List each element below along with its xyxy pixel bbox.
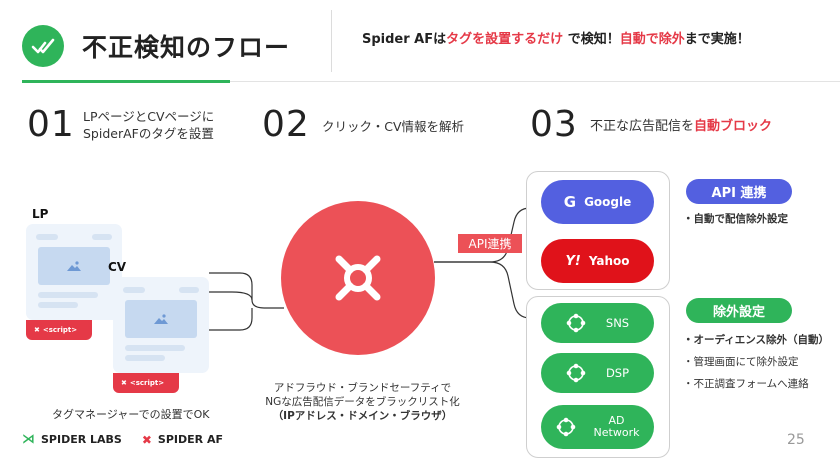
google-label: Google xyxy=(584,195,632,209)
api-link-badge: API連携 xyxy=(458,234,522,253)
api-group-title: API 連携 xyxy=(686,179,792,204)
api-group-note: ・自動で配信除外設定 xyxy=(683,213,788,225)
network-icon xyxy=(566,313,586,333)
sns-pill: SNS xyxy=(541,303,654,343)
sns-label: SNS xyxy=(605,316,630,330)
exclude-group-title: 除外設定 xyxy=(686,298,792,323)
yahoo-pill: Y! Yahoo xyxy=(541,239,654,283)
dsp-pill: DSP xyxy=(541,353,654,393)
footer-brand-spider-labs: SPIDER LABS xyxy=(41,433,122,446)
spider-labs-logo-icon: ⋊ xyxy=(22,432,35,447)
google-pill: G Google xyxy=(541,180,654,224)
hub-caption: アドフラウド・ブランドセーフティで NGな広告配信データをブラックリスト化 （I… xyxy=(250,381,475,423)
exclude-group-notes: ・オーディエンス除外（自動） ・管理画面にて除外設定 ・不正調査フォームへ連絡 xyxy=(683,329,829,395)
spider-af-small-logo-icon: ✖ xyxy=(141,432,152,447)
ad-network-line2: Network xyxy=(593,426,640,439)
footer-brands: ⋊ SPIDER LABS ✖ SPIDER AF xyxy=(22,432,223,447)
ad-network-pill: AD Network xyxy=(541,405,654,449)
yahoo-logo-icon: Y! xyxy=(565,253,581,269)
hub-caption-line2: NGな広告配信データをブラックリスト化 xyxy=(265,396,460,408)
hub-caption-line1: アドフラウド・ブランドセーフティで xyxy=(273,382,452,394)
footer-brand-spider-af: SPIDER AF xyxy=(157,433,223,446)
network-icon xyxy=(566,363,586,383)
yahoo-label: Yahoo xyxy=(588,254,630,268)
dsp-label: DSP xyxy=(605,366,630,380)
hub-caption-line3: （IPアドレス・ドメイン・ブラウザ） xyxy=(272,410,453,422)
ad-network-label: AD Network xyxy=(594,415,640,439)
spider-af-logo-icon xyxy=(335,255,381,301)
exclude-note-3: ・不正調査フォームへ連絡 xyxy=(683,378,809,390)
google-g-icon: G xyxy=(563,193,577,211)
exclude-note-1: ・オーディエンス除外（自動） xyxy=(683,334,830,346)
spider-af-hub xyxy=(281,201,435,355)
page-number: 25 xyxy=(787,432,805,448)
exclude-note-2: ・管理画面にて除外設定 xyxy=(683,356,799,368)
network-icon xyxy=(556,417,575,437)
